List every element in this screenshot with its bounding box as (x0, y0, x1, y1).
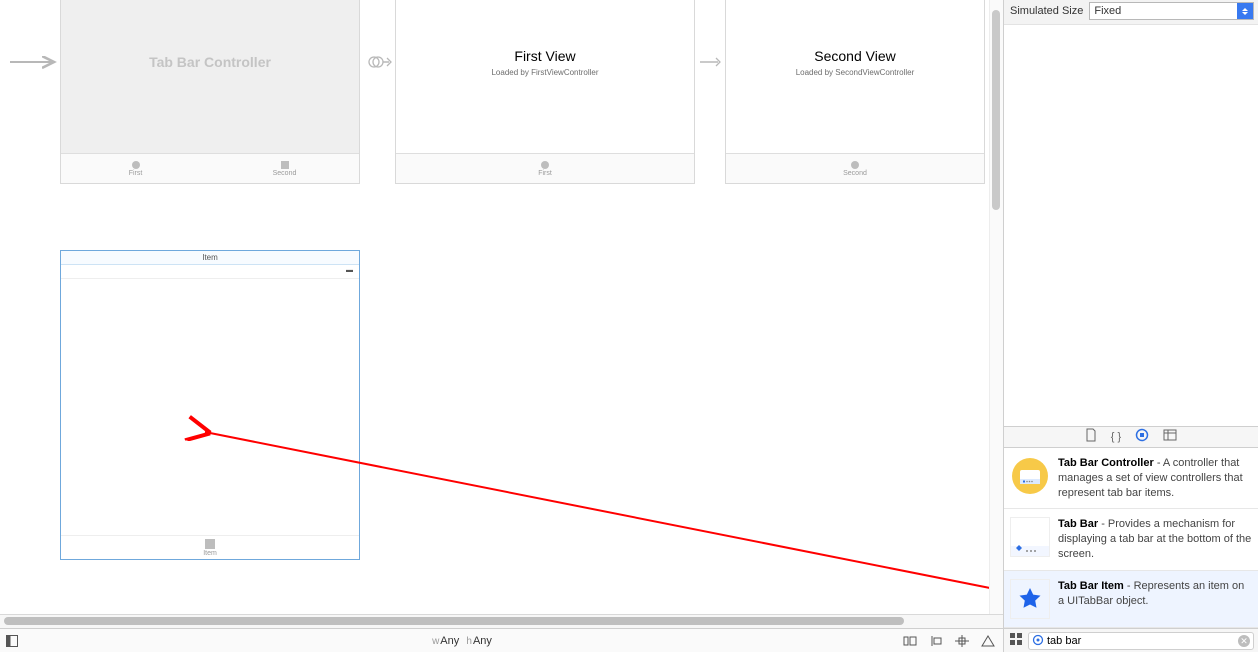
square-icon (205, 539, 215, 549)
tab-bar-item-icon (1010, 579, 1050, 619)
tab-bar[interactable]: Second (726, 153, 984, 183)
canvas-bottom-bar: wAny hAny (0, 628, 1003, 652)
tab-item-first[interactable]: First (61, 154, 210, 183)
outline-toggle-button[interactable] (2, 631, 22, 651)
storyboard-canvas[interactable]: Tab Bar Controller First Second First Vi… (0, 0, 1003, 614)
clear-filter-button[interactable]: ✕ (1238, 635, 1250, 647)
chevron-updown-icon (1237, 3, 1253, 19)
stack-button[interactable] (901, 632, 919, 650)
scene-body: First View Loaded by FirstViewController (396, 0, 694, 153)
square-icon (281, 161, 289, 169)
tab-bar-icon (1010, 517, 1050, 557)
library-item-tab-bar-item[interactable]: Tab Bar Item - Represents an item on a U… (1004, 571, 1258, 628)
vertical-scrollbar[interactable] (989, 0, 1003, 614)
circle-icon (541, 161, 549, 169)
horizontal-scrollbar[interactable] (0, 614, 1003, 628)
circle-icon (132, 161, 140, 169)
simulated-size-label: Simulated Size (1010, 5, 1083, 17)
size-class-control[interactable]: wAny hAny (22, 635, 901, 647)
library-item-text: Tab Bar Controller - A controller that m… (1058, 456, 1252, 501)
scrollbar-thumb[interactable] (4, 617, 904, 625)
scene-first-view[interactable]: First View Loaded by FirstViewController… (395, 0, 695, 184)
file-template-tab[interactable] (1085, 428, 1097, 445)
scene-header[interactable]: Item (61, 251, 359, 265)
resolve-issues-button[interactable] (979, 632, 997, 650)
library-item-text: Tab Bar - Provides a mechanism for displ… (1058, 517, 1252, 562)
tab-bar-item[interactable]: Item (203, 539, 217, 557)
library-filter-bar: ✕ (1004, 628, 1258, 652)
simulated-size-row: Simulated Size Fixed (1004, 0, 1258, 25)
utilities-panel: Simulated Size Fixed { } Tab Bar Control… (1003, 0, 1258, 652)
segue-arrow-icon[interactable] (367, 55, 393, 72)
pin-button[interactable] (953, 632, 971, 650)
grid-view-toggle[interactable] (1008, 633, 1024, 648)
library-item-text: Tab Bar Item - Represents an item on a U… (1058, 579, 1252, 619)
tab-bar[interactable]: Item (61, 535, 359, 559)
object-library-tab[interactable] (1135, 428, 1149, 445)
scene-subtitle: Loaded by SecondViewController (796, 68, 915, 77)
tab-item-second[interactable]: Second (726, 154, 984, 183)
scene-body: Tab Bar Controller (61, 0, 359, 153)
library-item-tab-bar[interactable]: Tab Bar - Provides a mechanism for displ… (1004, 509, 1258, 571)
battery-icon: ▬ (346, 267, 353, 274)
scene-subtitle: Loaded by FirstViewController (491, 68, 598, 77)
tab-item-second[interactable]: Second (210, 154, 359, 183)
simulated-size-select[interactable]: Fixed (1089, 2, 1254, 20)
scene-body: Second View Loaded by SecondViewControll… (726, 0, 984, 153)
tab-item-first[interactable]: First (396, 154, 694, 183)
app-root: Tab Bar Controller First Second First Vi… (0, 0, 1258, 652)
library-filter: ✕ (1028, 632, 1254, 650)
media-library-tab[interactable] (1163, 429, 1177, 444)
scrollbar-thumb[interactable] (992, 10, 1000, 210)
library-tabs: { } (1004, 426, 1258, 448)
scene-new-item[interactable]: Item ▬ Item (60, 250, 360, 560)
scene-title: Second View (814, 48, 895, 64)
segue-arrow-icon[interactable] (700, 55, 724, 72)
tab-bar-controller-icon (1010, 456, 1050, 496)
initial-vc-arrow-icon (10, 55, 60, 72)
layout-buttons (901, 632, 997, 650)
status-bar: ▬ (61, 265, 359, 279)
code-snippet-tab[interactable]: { } (1111, 431, 1121, 443)
scene-title: First View (514, 48, 575, 64)
scope-icon[interactable] (1032, 634, 1044, 646)
select-value: Fixed (1094, 5, 1121, 17)
tab-bar[interactable]: First Second (61, 153, 359, 183)
storyboard-editor: Tab Bar Controller First Second First Vi… (0, 0, 1003, 652)
scene-tab-bar-controller[interactable]: Tab Bar Controller First Second (60, 0, 360, 184)
scene-second-view[interactable]: Second View Loaded by SecondViewControll… (725, 0, 985, 184)
scene-title: Tab Bar Controller (149, 54, 271, 70)
circle-icon (851, 161, 859, 169)
inspector-body (1004, 25, 1258, 426)
tab-bar[interactable]: First (396, 153, 694, 183)
object-library-list[interactable]: Tab Bar Controller - A controller that m… (1004, 448, 1258, 628)
library-item-tab-bar-controller[interactable]: Tab Bar Controller - A controller that m… (1004, 448, 1258, 510)
library-filter-input[interactable] (1028, 632, 1254, 650)
align-button[interactable] (927, 632, 945, 650)
